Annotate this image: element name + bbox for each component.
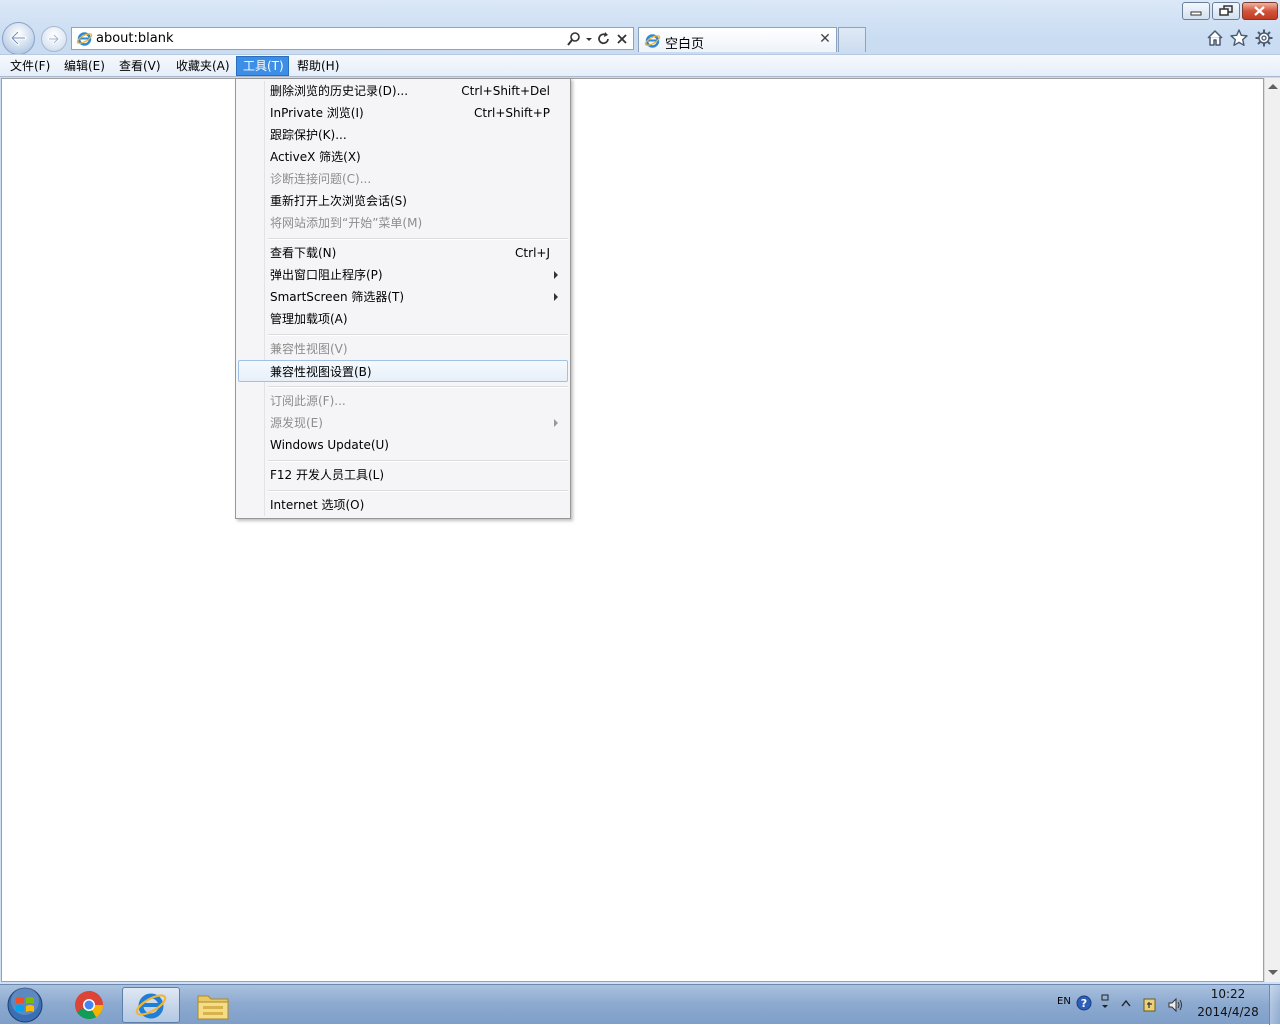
help-icon[interactable]: ? xyxy=(1076,995,1092,1011)
submenu-arrow-icon xyxy=(554,419,558,427)
tools-menu: 删除浏览的历史记录(D)... Ctrl+Shift+Del InPrivate… xyxy=(235,78,571,519)
menu-item-add-to-start: 将网站添加到“开始”菜单(M) xyxy=(270,216,423,230)
back-button[interactable] xyxy=(2,22,35,55)
svg-text:?: ? xyxy=(1081,997,1087,1010)
language-indicator[interactable]: EN xyxy=(1057,996,1071,1007)
refresh-icon[interactable] xyxy=(596,31,612,47)
menu-item-compat-view: 兼容性视图(V) xyxy=(270,342,348,356)
menu-item-view-downloads[interactable]: 查看下载(N) Ctrl+J xyxy=(238,242,568,264)
menu-separator xyxy=(268,334,568,336)
minimize-button[interactable] xyxy=(1182,2,1210,20)
ie-page-icon xyxy=(76,32,93,46)
file-explorer-icon xyxy=(197,995,229,1020)
ime-options-icon[interactable] xyxy=(1100,993,1110,1013)
vertical-scrollbar[interactable] xyxy=(1264,78,1280,982)
menu-separator xyxy=(268,490,568,492)
taskbar-internet-explorer[interactable] xyxy=(122,987,180,1023)
menu-item-delete-history[interactable]: 删除浏览的历史记录(D)... Ctrl+Shift+Del xyxy=(238,80,568,102)
ie-tab-icon xyxy=(644,34,661,48)
tab-title: 空白页 xyxy=(665,37,705,52)
page-content[interactable] xyxy=(1,78,1264,982)
menu-item-windows-update[interactable]: Windows Update(U) xyxy=(238,434,568,456)
address-bar[interactable]: about:blank xyxy=(71,27,634,50)
action-center-flag-icon[interactable] xyxy=(1142,996,1158,1014)
home-icon[interactable] xyxy=(1205,28,1225,48)
menu-edit[interactable]: 编辑(E) xyxy=(58,56,111,76)
tab-close-icon[interactable]: ✕ xyxy=(817,31,833,47)
stop-icon[interactable] xyxy=(615,31,629,47)
forward-arrow-icon xyxy=(47,33,60,45)
windows-start-icon xyxy=(7,987,43,1023)
menu-file[interactable]: 文件(F) xyxy=(4,56,56,76)
menu-item-subscribe-feed: 订阅此源(F)... xyxy=(270,394,346,408)
search-icon[interactable] xyxy=(566,31,582,47)
show-hidden-icons-icon[interactable] xyxy=(1120,998,1132,1008)
menu-item-diagnose: 诊断连接问题(C)... xyxy=(270,172,372,186)
taskbar-file-explorer[interactable] xyxy=(184,987,242,1023)
scroll-up-icon[interactable] xyxy=(1268,84,1278,89)
dropdown-icon[interactable] xyxy=(585,31,593,47)
clock-date[interactable]: 2014/4/28 xyxy=(1192,1005,1264,1019)
menu-tools[interactable]: 工具(T) xyxy=(236,56,289,76)
restore-button[interactable] xyxy=(1212,2,1240,20)
clock-time[interactable]: 10:22 xyxy=(1200,987,1256,1001)
chrome-icon xyxy=(75,991,103,1019)
address-url[interactable]: about:blank xyxy=(96,31,174,46)
favorites-star-icon[interactable] xyxy=(1229,28,1249,48)
start-button[interactable] xyxy=(3,986,47,1024)
close-icon xyxy=(1254,6,1265,16)
restore-icon xyxy=(1219,5,1233,16)
menu-bar: 文件(F) 编辑(E) 查看(V) 收藏夹(A) 工具(T) 帮助(H) xyxy=(0,54,1280,77)
taskbar: EN ? 10:22 2014/4/28 xyxy=(0,984,1280,1025)
menu-item-activex-filter[interactable]: ActiveX 筛选(X) xyxy=(238,146,568,168)
menu-item-smartscreen[interactable]: SmartScreen 筛选器(T) xyxy=(238,286,568,308)
taskbar-chrome[interactable] xyxy=(60,987,118,1023)
menu-separator xyxy=(268,238,568,240)
menu-item-popup-blocker[interactable]: 弹出窗口阻止程序(P) xyxy=(238,264,568,286)
internet-explorer-icon xyxy=(135,993,167,1019)
menu-favorites[interactable]: 收藏夹(A) xyxy=(170,56,236,76)
menu-item-internet-options[interactable]: Internet 选项(O) xyxy=(238,494,568,516)
menu-item-feed-discovery: 源发现(E) xyxy=(238,412,568,434)
submenu-arrow-icon xyxy=(554,271,558,279)
submenu-arrow-icon xyxy=(554,293,558,301)
menu-item-manage-addons[interactable]: 管理加载项(A) xyxy=(238,308,568,330)
close-window-button[interactable] xyxy=(1242,2,1278,20)
scroll-down-icon[interactable] xyxy=(1268,970,1278,975)
tab-blank-page[interactable]: 空白页 ✕ xyxy=(638,27,837,52)
minimize-icon xyxy=(1190,11,1202,16)
shortcut: Ctrl+Shift+Del xyxy=(461,84,550,98)
forward-button[interactable] xyxy=(41,26,67,52)
menu-view[interactable]: 查看(V) xyxy=(113,56,167,76)
menu-item-tracking-protection[interactable]: 跟踪保护(K)... xyxy=(238,124,568,146)
volume-icon[interactable] xyxy=(1166,996,1184,1014)
menu-item-inprivate[interactable]: InPrivate 浏览(I) Ctrl+Shift+P xyxy=(238,102,568,124)
new-tab-button[interactable] xyxy=(838,27,866,52)
shortcut: Ctrl+J xyxy=(515,246,550,260)
show-desktop-button[interactable] xyxy=(1269,985,1280,1025)
menu-item-reopen-session[interactable]: 重新打开上次浏览会话(S) xyxy=(238,190,568,212)
back-arrow-icon xyxy=(9,30,27,46)
shortcut: Ctrl+Shift+P xyxy=(474,106,550,120)
tools-gear-icon[interactable] xyxy=(1254,28,1274,48)
menu-separator xyxy=(268,460,568,462)
menu-help[interactable]: 帮助(H) xyxy=(291,56,345,76)
menu-item-f12-devtools[interactable]: F12 开发人员工具(L) xyxy=(238,464,568,486)
menu-item-compat-view-settings[interactable]: 兼容性视图设置(B) xyxy=(238,360,568,382)
menu-separator xyxy=(268,386,568,388)
